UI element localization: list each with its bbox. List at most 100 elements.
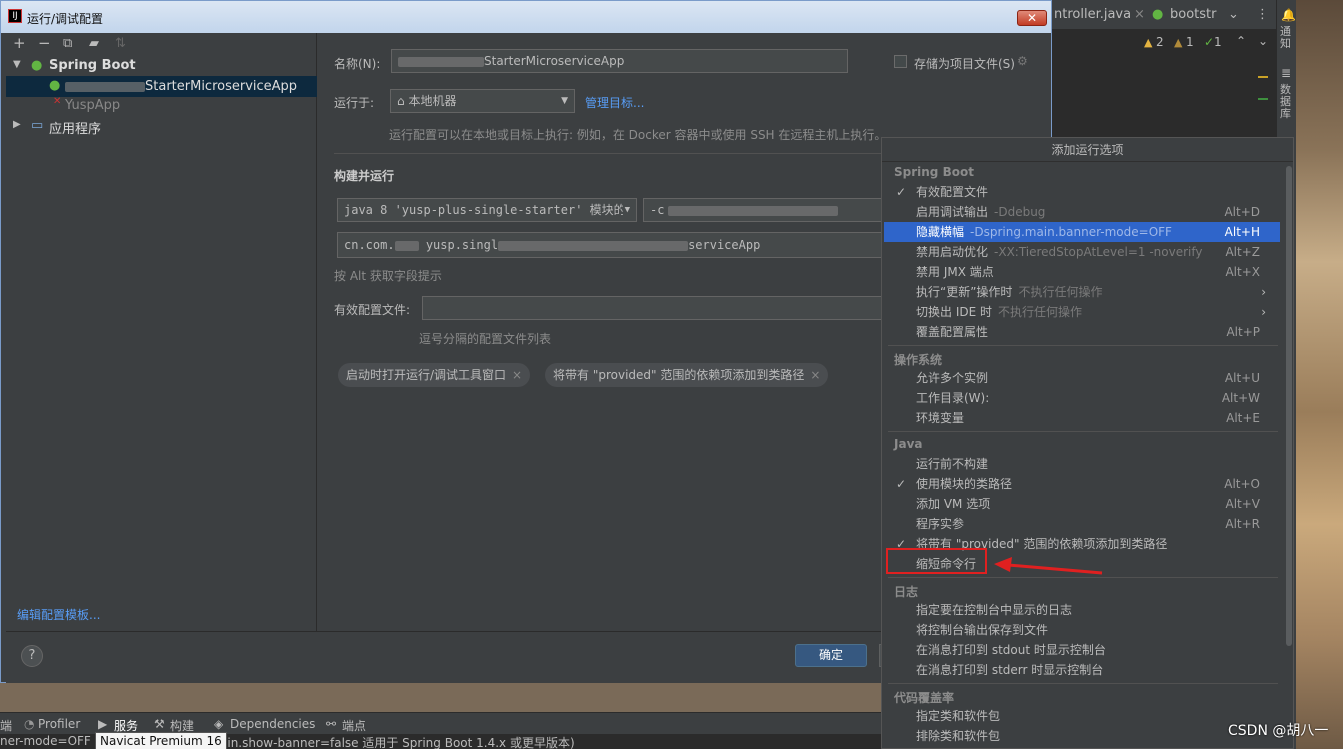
run-on-select[interactable]: ⌂ 本地机器 ▼ bbox=[390, 89, 575, 113]
dialog-titlebar: 运行/调试配置 bbox=[1, 1, 1051, 33]
tree-item-config[interactable]: StarterMicroserviceApp bbox=[65, 79, 297, 94]
more-icon[interactable]: ⋮ bbox=[1256, 7, 1269, 22]
close-button[interactable]: ✕ bbox=[1017, 10, 1047, 26]
popup-option[interactable]: 隐藏横幅 -Dspring.main.banner-mode=OFF Alt+H bbox=[884, 222, 1280, 242]
editor-tab-bar: ntroller.java × ● bootstr ⌄ ⋮ bbox=[1052, 0, 1276, 30]
popup-section-header: 操作系统 bbox=[894, 353, 943, 367]
popup-option[interactable]: 执行“更新”操作时 不执行任何操作 › bbox=[884, 282, 1280, 302]
tree-group-spring-boot[interactable]: Spring Boot bbox=[49, 58, 136, 73]
gear-icon[interactable]: ⚙ bbox=[1017, 54, 1028, 68]
option-chip[interactable]: 将带有 "provided" 范围的依赖项添加到类路径 × bbox=[545, 363, 829, 387]
option-label: 禁用启动优化 bbox=[916, 245, 989, 259]
manage-targets-link[interactable]: 管理目标... bbox=[585, 94, 644, 111]
tree-item-yuspapp[interactable]: YuspApp bbox=[65, 98, 120, 113]
chevron-down-icon: ▼ bbox=[561, 96, 568, 106]
arrow-shaft bbox=[1007, 563, 1103, 575]
check-icon: ✓ bbox=[896, 477, 907, 491]
option-label: 使用模块的类路径 bbox=[916, 477, 1013, 491]
spring-icon: ● bbox=[49, 78, 61, 93]
option-description: 不执行任何操作 bbox=[1018, 285, 1103, 299]
ok-button[interactable]: 确定 bbox=[795, 644, 867, 667]
option-label: 程序实参 bbox=[916, 517, 965, 531]
popup-separator bbox=[888, 431, 1278, 432]
popup-option[interactable]: 环境变量 Alt+E bbox=[884, 408, 1280, 428]
remove-icon[interactable]: − bbox=[38, 36, 51, 51]
jdk-value: java 8 'yusp-plus-single-starter' 模块的 bbox=[344, 203, 626, 217]
popup-option[interactable]: 切换出 IDE 时不执行任何操作 › bbox=[884, 302, 1280, 322]
error-stripe-mark bbox=[1258, 98, 1268, 100]
popup-option[interactable]: 在消息打印到 stderr 时显示控制台 bbox=[884, 660, 1280, 680]
popup-option[interactable]: 运行前不构建 bbox=[884, 454, 1280, 474]
bell-icon[interactable]: 🔔 bbox=[1281, 8, 1296, 22]
popup-option[interactable]: 指定要在控制台中显示的日志 bbox=[884, 600, 1280, 620]
popup-option[interactable]: 覆盖配置属性 Alt+P bbox=[884, 322, 1280, 342]
tool-window-endpoints[interactable]: 端点 bbox=[342, 717, 366, 734]
main-class-field[interactable]: cn.com. yusp.singl serviceApp bbox=[337, 232, 883, 258]
option-chip[interactable]: 启动时打开运行/调试工具窗口 × bbox=[338, 363, 531, 387]
database-icon: ≣ bbox=[1281, 66, 1292, 80]
option-shortcut: Alt+W bbox=[1221, 391, 1260, 405]
popup-scrollbar[interactable] bbox=[1286, 166, 1292, 646]
chip-close-icon[interactable]: × bbox=[810, 368, 820, 382]
play-icon: ▶ bbox=[98, 717, 108, 731]
popup-option[interactable]: 禁用启动优化 -XX:TieredStopAtLevel=1 -noverify A… bbox=[884, 242, 1280, 262]
name-value: StarterMicroserviceApp bbox=[484, 54, 625, 68]
chevron-down-icon[interactable]: ▼ bbox=[13, 59, 21, 70]
sort-icon[interactable]: ⇅ bbox=[115, 36, 126, 51]
name-field[interactable]: StarterMicroserviceApp bbox=[391, 49, 848, 73]
chevron-down-icon[interactable]: ⌄ bbox=[1228, 7, 1239, 22]
option-label: 隐藏横幅 bbox=[916, 225, 965, 239]
classpath-module-field[interactable]: -c bbox=[643, 198, 883, 222]
profiles-field[interactable] bbox=[422, 296, 883, 320]
popup-option[interactable]: 将控制台输出保存到文件 bbox=[884, 620, 1280, 640]
chip-label: 将带有 "provided" 范围的依赖项添加到类路径 bbox=[553, 368, 805, 382]
tab-close-icon[interactable]: × bbox=[1134, 7, 1145, 22]
option-label: 在消息打印到 stdout 时显示控制台 bbox=[916, 643, 1106, 657]
popup-option[interactable]: 允许多个实例 Alt+U bbox=[884, 368, 1280, 388]
option-shortcut: Alt+E bbox=[1226, 411, 1260, 425]
add-run-options-popup: 添加运行选项 Spring Boot ✓ 有效配置文件 启用调试输出 -Ddebug Al… bbox=[881, 137, 1294, 749]
popup-section-header: Java bbox=[894, 437, 923, 451]
editor-tab[interactable]: bootstr bbox=[1170, 7, 1216, 22]
popup-option[interactable]: 排除类和软件包 bbox=[884, 726, 1280, 746]
jdk-select[interactable]: java 8 'yusp-plus-single-starter' 模块的 ▼ bbox=[337, 198, 637, 222]
chip-close-icon[interactable]: × bbox=[512, 368, 522, 382]
popup-option[interactable]: ✓ 使用模块的类路径 Alt+O bbox=[884, 474, 1280, 494]
tool-window-cut[interactable]: 端 bbox=[0, 717, 12, 734]
option-shortcut: Alt+X bbox=[1225, 265, 1260, 279]
popup-option[interactable]: 程序实参 Alt+R bbox=[884, 514, 1280, 534]
popup-separator bbox=[888, 683, 1278, 684]
chevron-up-icon[interactable]: ⌃ bbox=[1236, 34, 1246, 48]
chevron-right-icon: › bbox=[1261, 285, 1266, 299]
chevron-right-icon[interactable]: ▶ bbox=[13, 119, 21, 130]
tree-group-application[interactable]: 应用程序 bbox=[49, 118, 101, 137]
popup-option[interactable]: 启用调试输出 -Ddebug Alt+D bbox=[884, 202, 1280, 222]
chevron-down-icon[interactable]: ⌄ bbox=[1258, 34, 1268, 48]
add-icon[interactable]: + bbox=[13, 36, 26, 51]
folder-icon[interactable]: ▰ bbox=[89, 36, 99, 51]
help-button[interactable]: ? bbox=[21, 645, 43, 667]
main-class-suffix: serviceApp bbox=[688, 238, 761, 252]
store-as-file-checkbox[interactable] bbox=[894, 55, 907, 68]
profiler-icon: ◔ bbox=[24, 717, 35, 731]
option-shortcut: Alt+U bbox=[1224, 371, 1260, 385]
popup-option[interactable]: ✓ 有效配置文件 bbox=[884, 182, 1280, 202]
popup-option[interactable]: 添加 VM 选项 Alt+V bbox=[884, 494, 1280, 514]
name-label: 名称(N): bbox=[334, 57, 381, 71]
editor-tab[interactable]: ntroller.java bbox=[1054, 7, 1131, 22]
copy-icon[interactable]: ⧉ bbox=[63, 36, 72, 51]
tool-window-dependencies[interactable]: Dependencies bbox=[230, 717, 315, 731]
popup-option[interactable]: 工作目录(W): Alt+W bbox=[884, 388, 1280, 408]
profiles-label: 有效配置文件: bbox=[334, 303, 411, 317]
popup-option[interactable]: 在消息打印到 stdout 时显示控制台 bbox=[884, 640, 1280, 660]
notifications-tool[interactable]: 通知 bbox=[1280, 26, 1294, 50]
main-class-prefix: cn.com. bbox=[344, 238, 395, 252]
tool-window-profiler[interactable]: Profiler bbox=[38, 717, 80, 731]
edit-templates-link[interactable]: 编辑配置模板... bbox=[17, 606, 100, 623]
popup-option[interactable]: 指定类和软件包 bbox=[884, 706, 1280, 726]
intellij-icon: IJ bbox=[8, 9, 22, 23]
popup-option[interactable]: 禁用 JMX 端点 Alt+X bbox=[884, 262, 1280, 282]
database-tool[interactable]: 数据库 bbox=[1280, 84, 1294, 120]
run-on-label: 运行于: bbox=[334, 96, 375, 110]
spring-icon: ● bbox=[31, 58, 43, 73]
